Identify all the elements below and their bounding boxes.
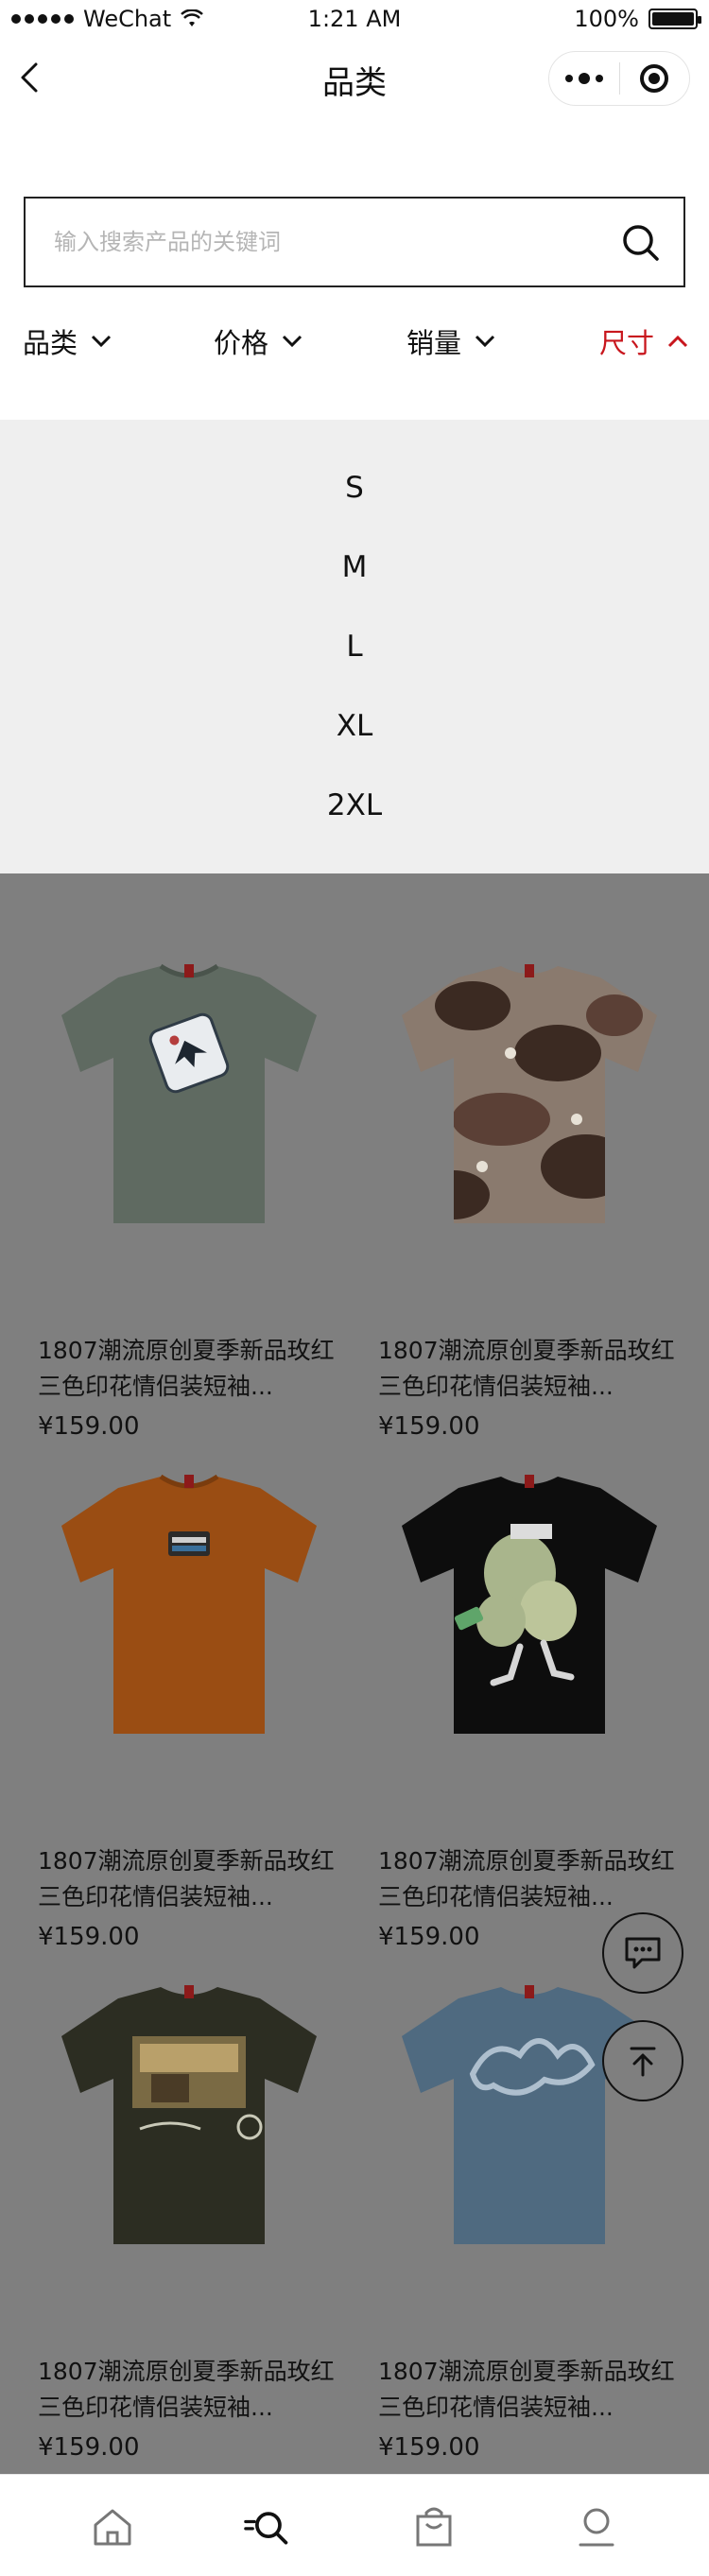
- product-title: 1807潮流原创夏季新品玫红三色印花情侣装短袖...: [38, 2358, 335, 2421]
- more-dots-icon[interactable]: [549, 73, 619, 84]
- user-icon: [579, 2508, 614, 2547]
- product-price: ¥159.00: [378, 1412, 480, 1441]
- chat-bubble-icon-glyph: [625, 1937, 661, 1969]
- filter-price[interactable]: 价格: [214, 321, 304, 361]
- size-option-2xl[interactable]: 2XL: [0, 788, 709, 822]
- home-icon: [94, 2509, 131, 2546]
- chevron-down-icon: [475, 335, 495, 348]
- tab-bar: [0, 2474, 709, 2576]
- chevron-down-icon: [91, 335, 112, 348]
- chevron-up-icon: [667, 335, 688, 348]
- search-icon[interactable]: [619, 221, 663, 265]
- product-image: [402, 964, 657, 1223]
- battery-percent: 100%: [574, 6, 639, 32]
- tab-profile[interactable]: [573, 2503, 620, 2550]
- tab-cart[interactable]: [410, 2503, 458, 2550]
- size-option-xl[interactable]: XL: [0, 709, 709, 743]
- filter-price-label: 价格: [214, 327, 269, 359]
- product-title: 1807潮流原创夏季新品玫红三色印花情侣装短袖...: [378, 1337, 675, 1400]
- product-title: 1807潮流原创夏季新品玫红三色印花情侣装短袖...: [38, 1337, 335, 1400]
- product-price: ¥159.00: [38, 1412, 140, 1441]
- filter-sales[interactable]: 销量: [406, 321, 497, 361]
- size-option-s[interactable]: S: [0, 471, 709, 505]
- shopping-bag-icon: [416, 2507, 452, 2547]
- product-title: 1807潮流原创夏季新品玫红三色印花情侣装短袖...: [38, 1847, 335, 1910]
- tab-category[interactable]: [244, 2503, 291, 2550]
- filter-bar: 品类 价格 销量 尺寸: [0, 321, 709, 378]
- back-to-top-icon-glyph: [630, 2047, 656, 2077]
- tab-home[interactable]: [89, 2503, 136, 2550]
- size-option-m[interactable]: M: [0, 550, 709, 584]
- filter-category[interactable]: 品类: [23, 321, 113, 361]
- product-title: 1807潮流原创夏季新品玫红三色印花情侣装短袖...: [378, 1847, 675, 1910]
- dim-overlay[interactable]: 1807潮流原创夏季新品玫红三色印花情侣装短袖... ¥159.00 1807潮…: [0, 873, 709, 2474]
- filter-sales-label: 销量: [406, 327, 462, 359]
- filter-size-label: 尺寸: [599, 327, 655, 359]
- product-price: ¥159.00: [38, 2433, 140, 2462]
- product-image: [61, 963, 317, 1223]
- search-box: [24, 197, 685, 287]
- chevron-down-icon: [282, 335, 303, 348]
- product-image: [402, 1475, 657, 1734]
- search-input[interactable]: [54, 199, 602, 285]
- product-image: [402, 1985, 657, 2244]
- product-price: ¥159.00: [378, 1923, 480, 1951]
- size-option-l[interactable]: L: [0, 630, 709, 664]
- category-search-icon: [244, 2512, 288, 2545]
- chat-bubble-icon[interactable]: [602, 1912, 683, 1994]
- product-image: [61, 1474, 317, 1734]
- size-dropdown: S M L XL 2XL: [0, 420, 709, 873]
- product-price: ¥159.00: [378, 2433, 480, 2462]
- filter-category-label: 品类: [23, 327, 78, 359]
- battery-icon: [648, 9, 701, 29]
- target-icon[interactable]: [620, 64, 690, 93]
- nav-bar: 品类: [0, 38, 709, 123]
- filter-size[interactable]: 尺寸: [599, 321, 690, 361]
- product-title: 1807潮流原创夏季新品玫红三色印花情侣装短袖...: [378, 2358, 675, 2421]
- product-image: [61, 1985, 317, 2244]
- back-to-top-icon[interactable]: [602, 2020, 683, 2101]
- page: WeChat 1:21 AM 100% 品类 输入搜索产品的关键词 品类 价格 …: [0, 0, 709, 2576]
- status-right: 100%: [574, 6, 701, 32]
- product-price: ¥159.00: [38, 1923, 140, 1951]
- mini-program-capsule: [548, 51, 690, 106]
- status-bar: WeChat 1:21 AM 100%: [0, 0, 709, 38]
